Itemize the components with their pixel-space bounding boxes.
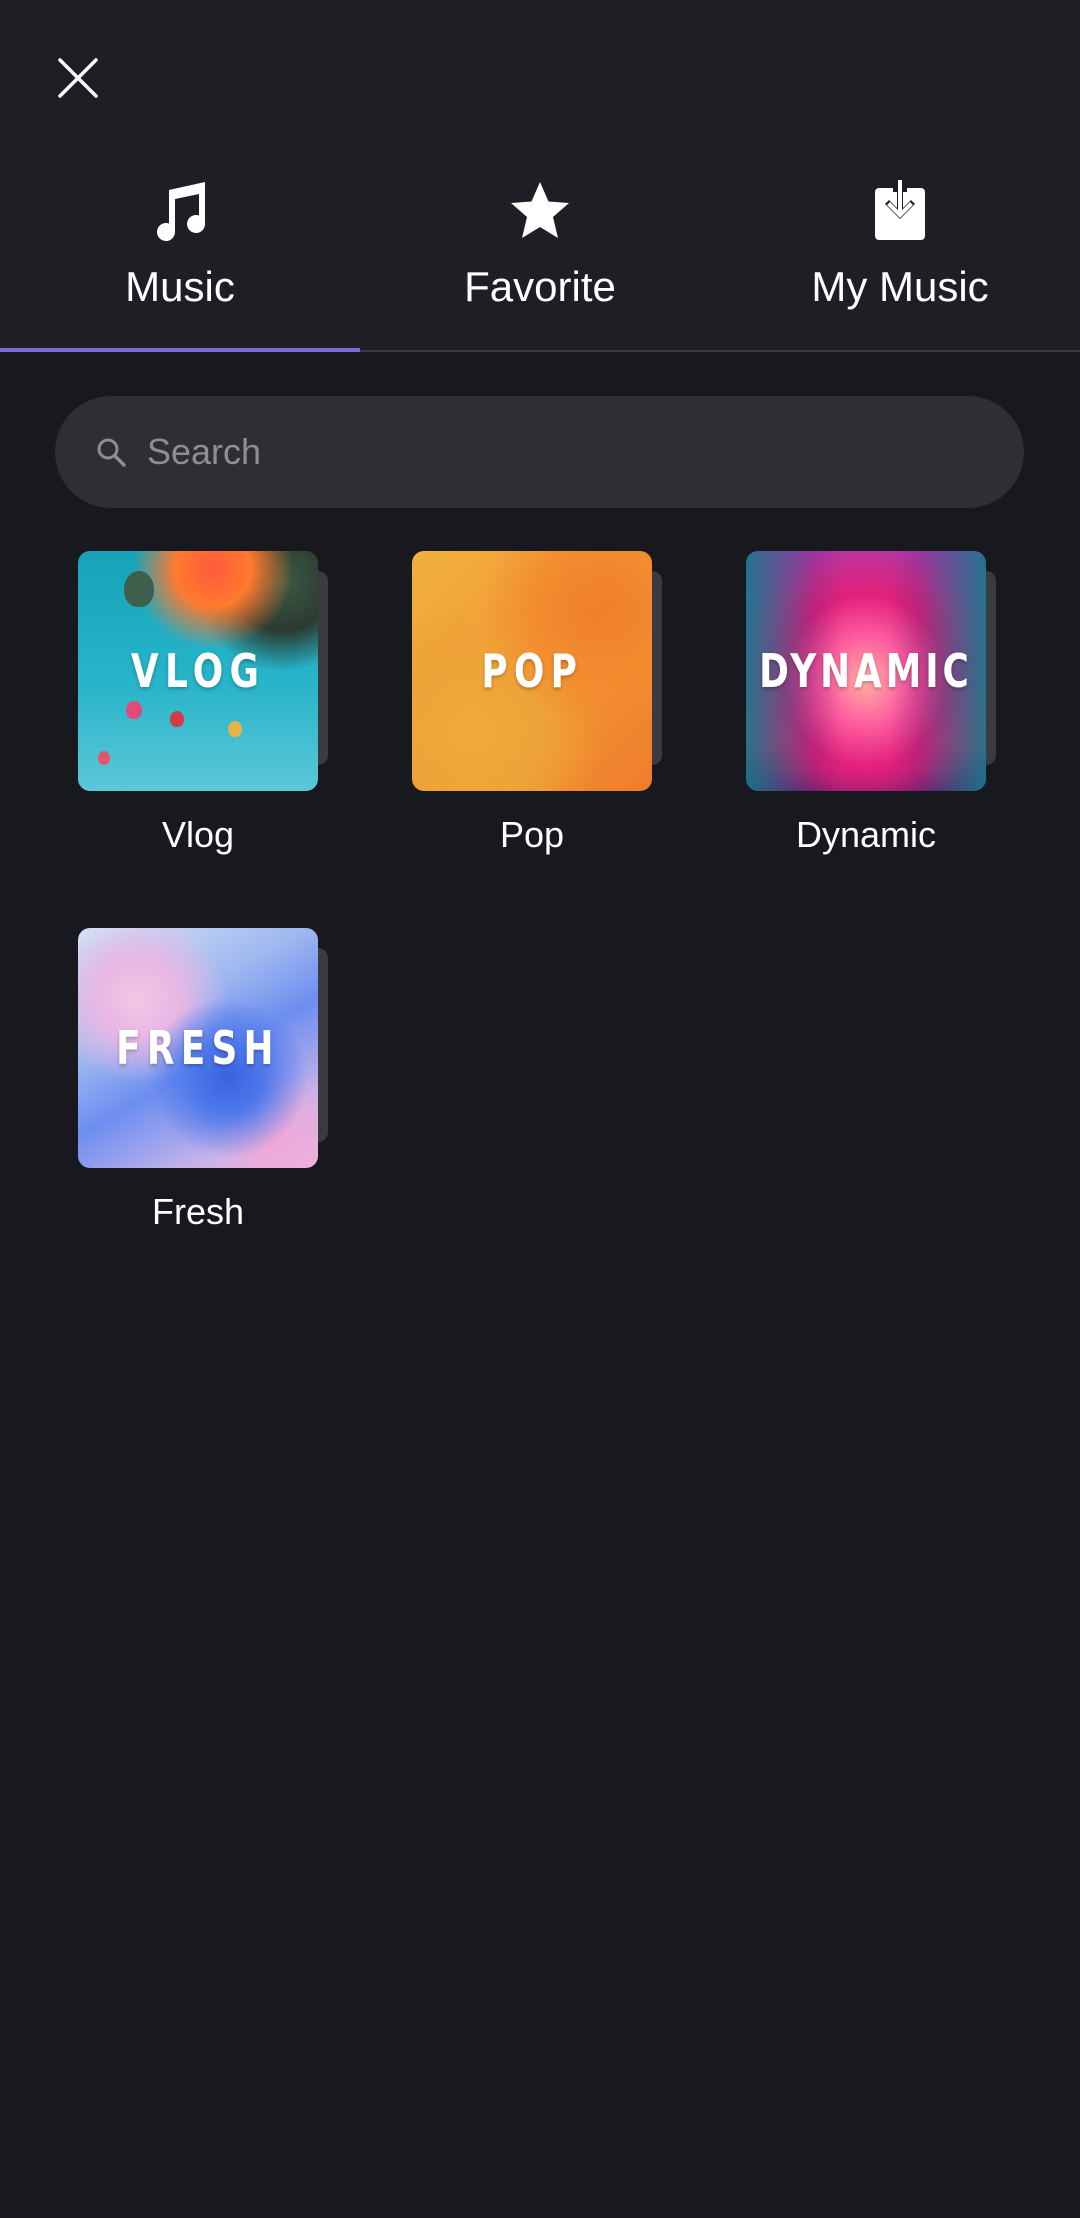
dynamic-cover-text: DYNAMIC xyxy=(759,644,973,698)
tab-music[interactable]: Music xyxy=(0,160,360,352)
category-label: Vlog xyxy=(161,814,235,855)
category-label: Dynamic xyxy=(795,814,937,855)
star-icon xyxy=(505,176,575,246)
tab-bar: Music Favorite My Music xyxy=(0,160,1080,352)
category-card-fresh[interactable]: FRESH Fresh xyxy=(78,928,338,1258)
tab-music-label: Music xyxy=(125,263,235,310)
pop-cover-image: POP xyxy=(412,551,652,791)
category-card-vlog[interactable]: VLOG Vlog xyxy=(78,551,338,881)
pop-cover-text: POP xyxy=(481,644,583,698)
tab-my-music-label: My Music xyxy=(811,263,989,310)
search-bar[interactable] xyxy=(55,396,1024,508)
fresh-cover-text: FRESH xyxy=(116,1021,280,1075)
fresh-cover-image: FRESH xyxy=(78,928,318,1168)
tab-my-music[interactable]: My Music xyxy=(720,160,1080,350)
tab-favorite[interactable]: Favorite xyxy=(360,160,720,350)
top-bar: Music Favorite My Music xyxy=(0,0,1080,352)
category-label: Fresh xyxy=(151,1191,245,1232)
search-icon xyxy=(97,438,126,467)
close-icon xyxy=(58,58,98,98)
category-label: Pop xyxy=(499,814,565,855)
search-input[interactable] xyxy=(147,396,987,508)
category-card-dynamic[interactable]: DYNAMIC Dynamic xyxy=(746,551,1006,881)
close-button[interactable] xyxy=(44,44,112,112)
music-note-icon xyxy=(145,176,215,246)
vlog-cover-text: VLOG xyxy=(130,644,266,698)
vlog-cover-image: VLOG xyxy=(78,551,318,791)
tab-favorite-label: Favorite xyxy=(464,263,616,310)
download-icon xyxy=(865,176,935,246)
category-card-pop[interactable]: POP Pop xyxy=(412,551,672,881)
dynamic-cover-image: DYNAMIC xyxy=(746,551,986,791)
